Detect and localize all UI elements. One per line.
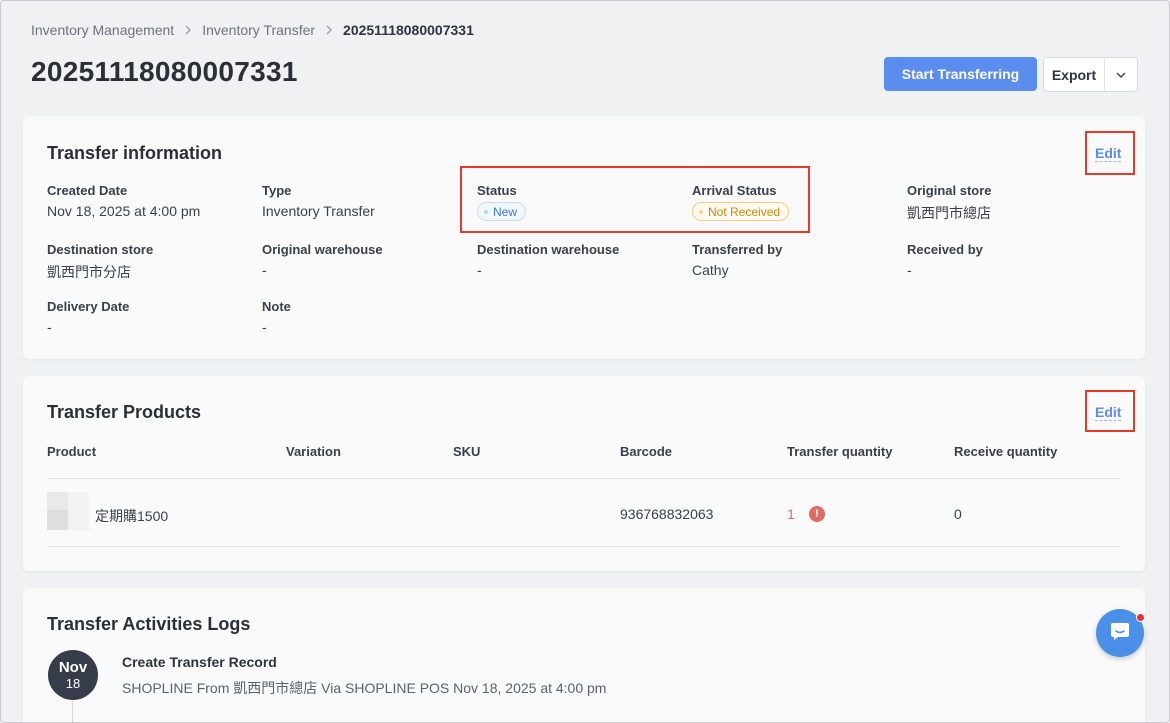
- product-barcode: 936768832063: [620, 506, 714, 522]
- edit-highlight-box: [1085, 131, 1135, 175]
- field-label: Original warehouse: [262, 242, 383, 257]
- transfer-quantity-value: 1: [787, 506, 795, 522]
- transfer-information-title: Transfer information: [47, 143, 223, 163]
- field-value: -: [262, 262, 267, 278]
- field-value: -: [47, 319, 52, 335]
- field-type: Type Inventory Transfer: [262, 183, 462, 219]
- breadcrumb: Inventory Management Inventory Transfer …: [31, 22, 474, 38]
- chat-bubble-icon: [1109, 621, 1131, 646]
- export-button-label[interactable]: Export: [1044, 58, 1105, 91]
- chevron-right-icon: [184, 23, 192, 38]
- transfer-products-title: Transfer Products: [47, 402, 202, 422]
- field-original-warehouse: Original warehouse -: [262, 242, 462, 278]
- field-destination-store: Destination store 凱西門市分店: [47, 242, 247, 282]
- breadcrumb-inventory-management[interactable]: Inventory Management: [31, 22, 174, 38]
- column-header-transfer-quantity: Transfer quantity: [787, 444, 893, 459]
- field-note: Note -: [262, 299, 462, 335]
- transfer-activities-logs-title: Transfer Activities Logs: [47, 614, 251, 634]
- field-label: Received by: [907, 242, 983, 257]
- field-value: 凱西門市分店: [47, 264, 131, 280]
- field-created-date: Created Date Nov 18, 2025 at 4:00 pm: [47, 183, 247, 219]
- field-label: Destination store: [47, 242, 154, 257]
- log-entry-description: SHOPLINE From 凱西門市總店 Via SHOPLINE POS No…: [122, 680, 607, 696]
- start-transferring-button[interactable]: Start Transferring: [884, 57, 1037, 91]
- field-label: Note: [262, 299, 291, 314]
- table-row-divider: [47, 546, 1121, 547]
- chevron-down-icon[interactable]: [1105, 58, 1137, 91]
- field-label: Transferred by: [692, 242, 783, 257]
- column-header-receive-quantity: Receive quantity: [954, 444, 1058, 459]
- log-entry-title: Create Transfer Record: [122, 654, 277, 670]
- field-value: 凱西門市總店: [907, 205, 991, 221]
- field-label: Created Date: [47, 183, 128, 198]
- transfer-information-card: Transfer information Edit Created Date N…: [23, 116, 1145, 359]
- page-title: 20251118080007331: [31, 56, 298, 87]
- column-header-barcode: Barcode: [620, 444, 673, 459]
- product-thumbnail: [47, 492, 89, 530]
- field-label: Destination warehouse: [477, 242, 620, 257]
- breadcrumb-current: 20251118080007331: [343, 22, 474, 38]
- export-button[interactable]: Export: [1043, 57, 1138, 92]
- exclamation-icon[interactable]: !: [809, 506, 825, 522]
- field-label: Delivery Date: [47, 299, 130, 314]
- field-value: Cathy: [692, 262, 729, 278]
- timeline-line: [72, 700, 73, 723]
- column-header-product: Product: [47, 444, 97, 459]
- log-date-day: 18: [65, 675, 81, 691]
- column-header-sku: SKU: [453, 444, 481, 459]
- chevron-right-icon: [325, 23, 333, 38]
- field-received-by: Received by -: [907, 242, 1107, 278]
- log-date-badge: Nov 18: [48, 650, 98, 700]
- column-header-variation: Variation: [286, 444, 341, 459]
- field-value: Nov 18, 2025 at 4:00 pm: [47, 203, 201, 219]
- table-header-divider: [47, 478, 1121, 479]
- field-value: -: [907, 262, 912, 278]
- edit-highlight-box: [1085, 390, 1135, 432]
- field-value: -: [262, 319, 267, 335]
- transfer-activities-logs-card: Transfer Activities Logs Nov 18 Create T…: [23, 588, 1145, 723]
- breadcrumb-inventory-transfer[interactable]: Inventory Transfer: [202, 22, 315, 38]
- log-date-month: Nov: [58, 658, 88, 676]
- product-name[interactable]: 定期購1500: [95, 506, 168, 526]
- field-value: Inventory Transfer: [262, 203, 375, 219]
- field-transferred-by: Transferred by Cathy: [692, 242, 892, 278]
- field-original-store: Original store 凱西門市總店: [907, 183, 1107, 223]
- receive-quantity-value: 0: [954, 506, 962, 522]
- field-destination-warehouse: Destination warehouse -: [477, 242, 677, 278]
- field-label: Original store: [907, 183, 992, 198]
- notification-dot: [1136, 613, 1145, 622]
- field-delivery-date: Delivery Date -: [47, 299, 247, 335]
- transfer-products-card: Transfer Products Edit Product Variation…: [23, 376, 1145, 571]
- field-label: Type: [262, 183, 292, 198]
- field-value: -: [477, 262, 482, 278]
- status-highlight-box: [460, 166, 810, 233]
